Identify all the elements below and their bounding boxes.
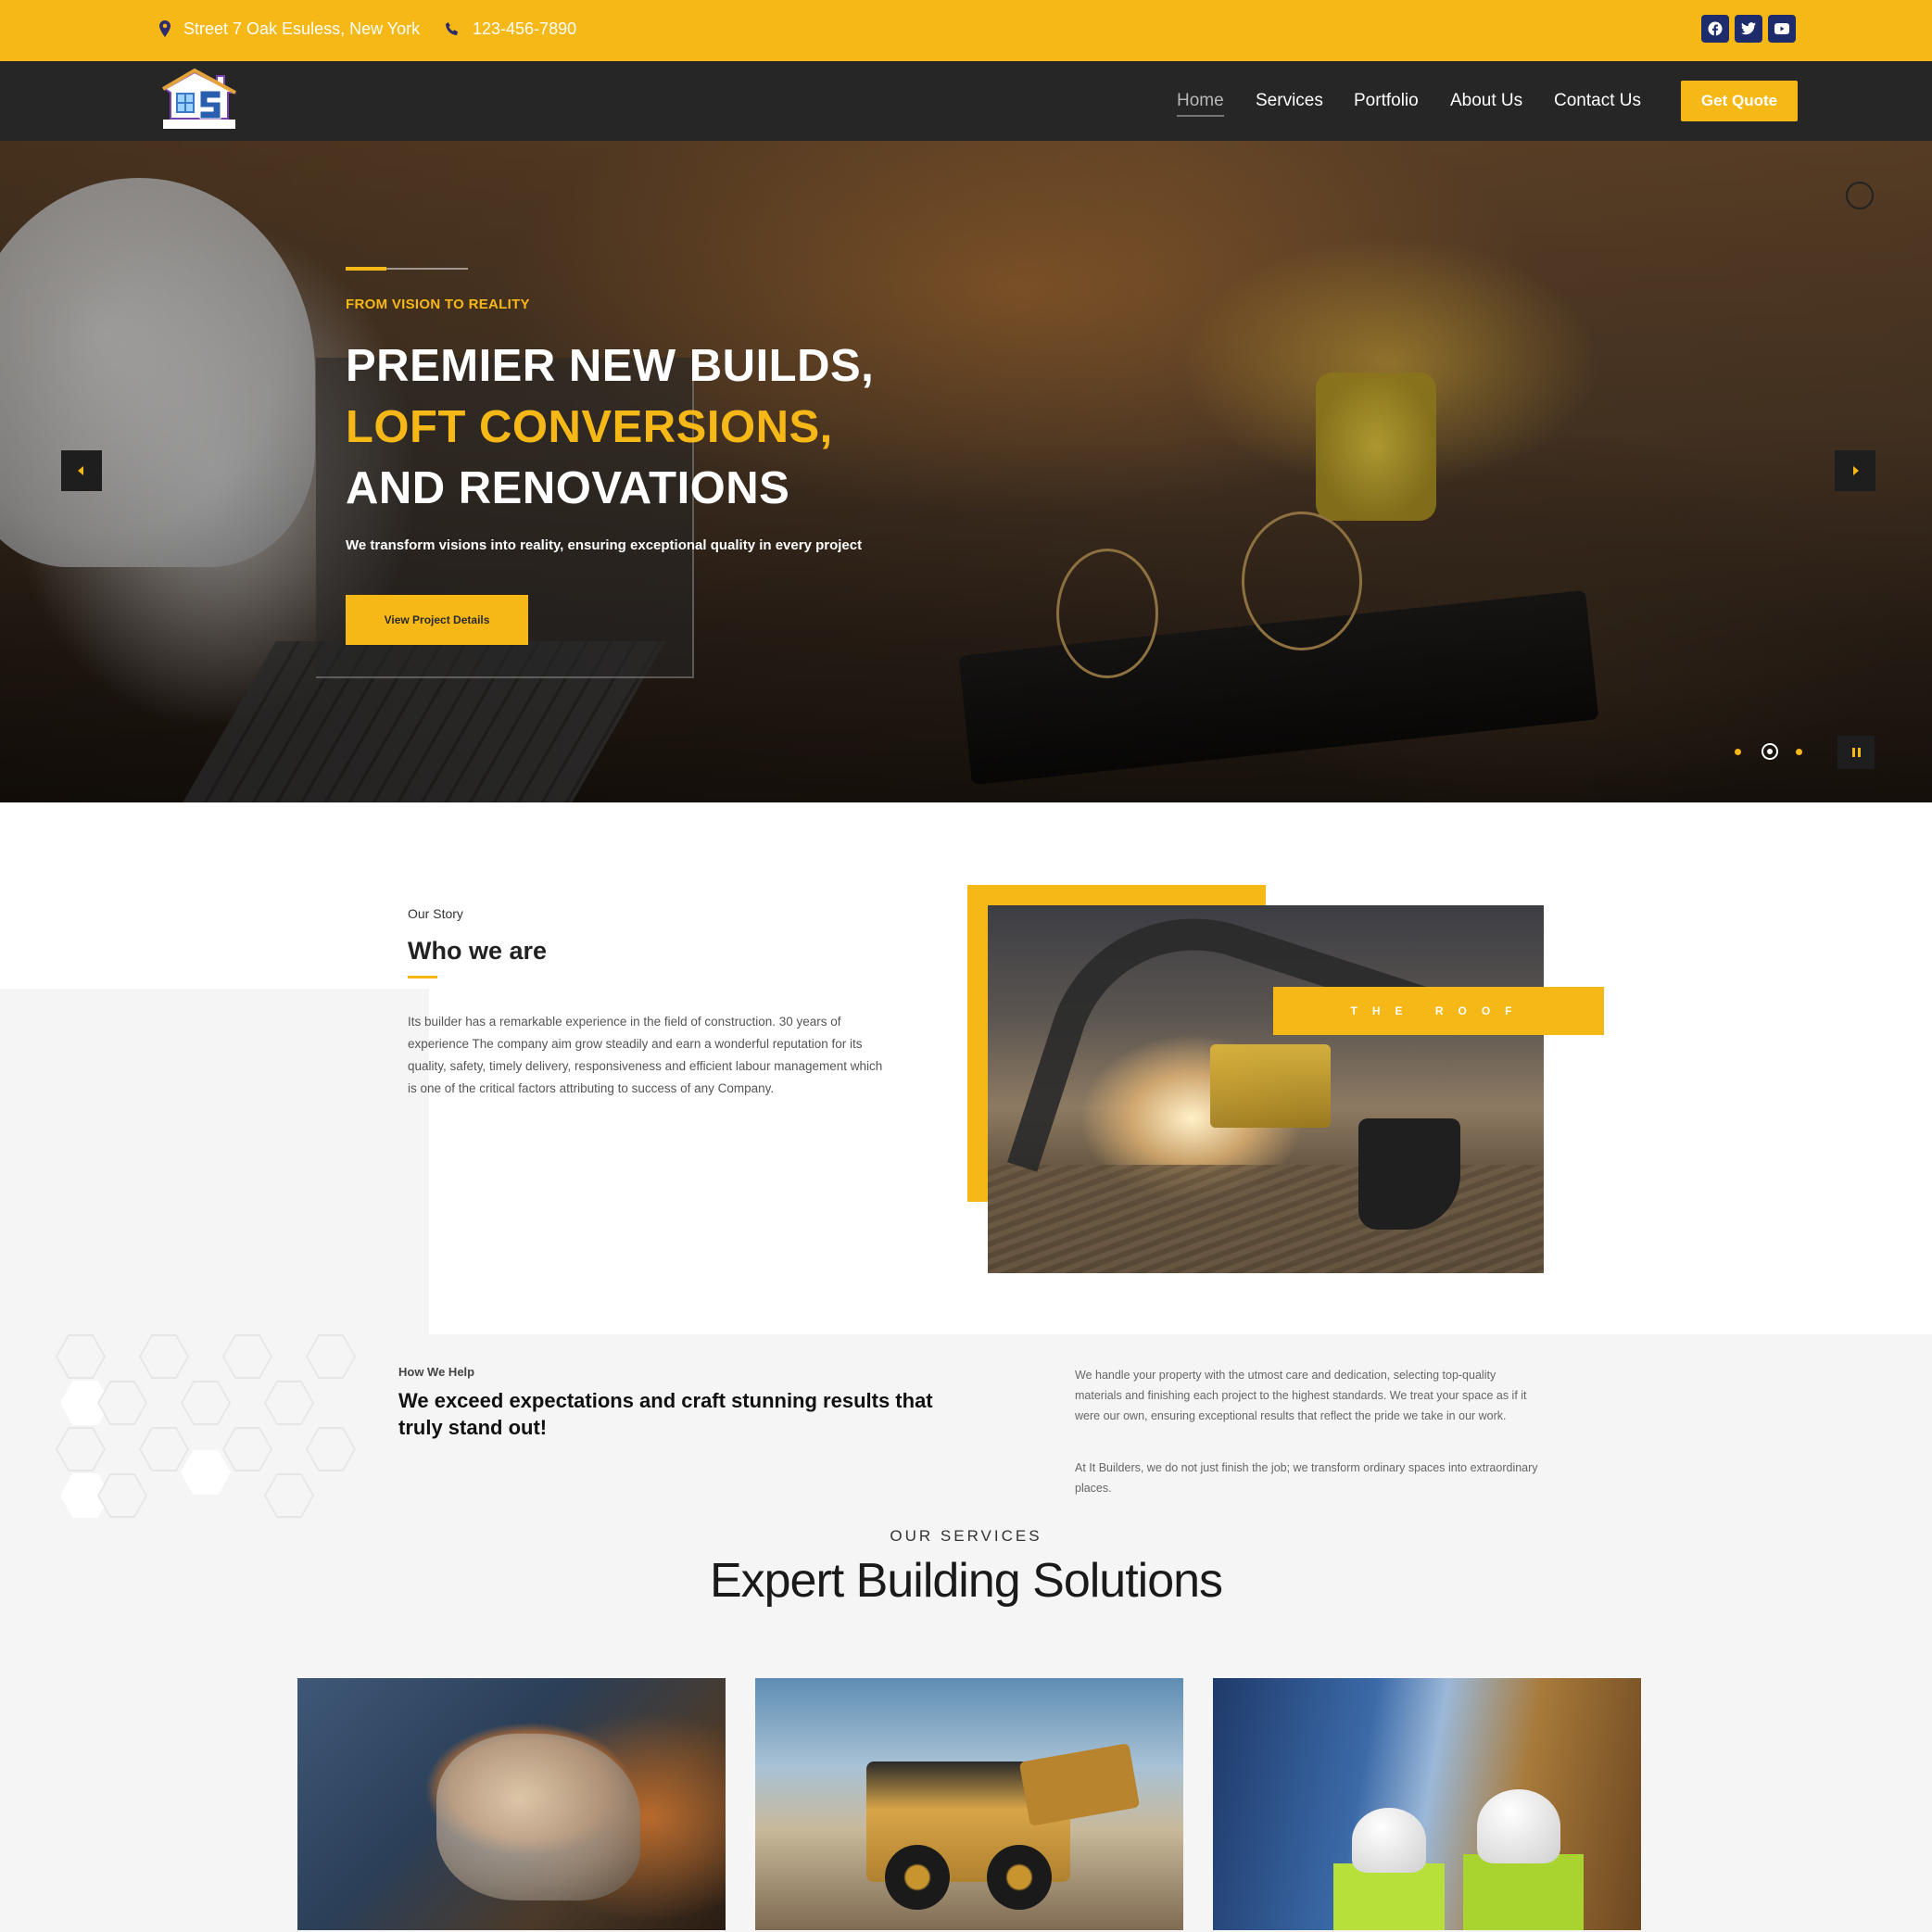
youtube-link[interactable] (1768, 15, 1796, 43)
slider-dot-2[interactable] (1762, 743, 1778, 760)
slider-next-button[interactable] (1835, 450, 1875, 491)
facebook-link[interactable] (1701, 15, 1729, 43)
slider-progress-ring (1846, 182, 1874, 209)
services-kicker: OUR SERVICES (890, 1527, 1042, 1545)
hero-accent-line (346, 267, 386, 271)
hero-title-line-1: PREMIER NEW BUILDS, (346, 341, 875, 391)
hero-divider-line (386, 268, 468, 270)
chevron-left-icon (78, 466, 83, 475)
hero-subtitle: We transform visions into reality, ensur… (346, 537, 863, 553)
services-title: Expert Building Solutions (709, 1554, 1223, 1608)
nav-contact-us[interactable]: Contact Us (1554, 87, 1641, 115)
story-title: Who we are (408, 937, 548, 965)
chevron-right-icon (1853, 466, 1859, 475)
map-pin-icon (159, 20, 170, 37)
hero-title-line-2: LOFT CONVERSIONS, (346, 402, 833, 452)
slider-dot-1[interactable] (1735, 749, 1741, 755)
pause-icon (1851, 748, 1855, 757)
story-kicker: Our Story (408, 906, 463, 921)
logo-icon (161, 68, 237, 129)
nav-home[interactable]: Home (1177, 87, 1224, 117)
story-text: Its builder has a remarkable experience … (408, 1015, 883, 1095)
main-navigation: Home Services Portfolio About Us Contact… (0, 61, 1932, 141)
hero-title: PREMIER NEW BUILDS, LOFT CONVERSIONS, AN… (346, 335, 874, 519)
gloved-hands-image (436, 1734, 640, 1900)
help-text-1: We handle your property with the utmost … (1075, 1369, 1527, 1422)
excavator-image (988, 905, 1544, 1273)
slider-dot-3[interactable] (1796, 749, 1802, 755)
story-title-underline (408, 976, 437, 979)
help-title: We exceed expectations and craft stunnin… (398, 1389, 933, 1439)
twitter-icon (1741, 22, 1756, 35)
address-text: Street 7 Oak Esuless, New York (183, 19, 421, 38)
hero-title-line-3: AND RENOVATIONS (346, 463, 790, 513)
phone-info[interactable]: 123-456-7890 (445, 0, 576, 57)
slider-prev-button[interactable] (61, 450, 102, 491)
slider-pause-button[interactable] (1837, 736, 1875, 769)
hero-kicker: FROM VISION TO REALITY (346, 297, 530, 312)
phone-icon (446, 22, 458, 35)
nav-services[interactable]: Services (1256, 87, 1323, 115)
hero-slider: FROM VISION TO REALITY PREMIER NEW BUILD… (0, 141, 1932, 802)
top-bar: Street 7 Oak Esuless, New York 123-456-7… (0, 0, 1932, 61)
workers-image (1333, 1863, 1445, 1930)
get-quote-button[interactable]: Get Quote (1681, 81, 1798, 121)
service-card-3[interactable] (1213, 1678, 1641, 1930)
service-card-1[interactable] (297, 1678, 726, 1930)
view-project-details-button[interactable]: View Project Details (346, 595, 528, 645)
help-kicker: How We Help (398, 1365, 475, 1379)
facebook-icon (1708, 21, 1723, 36)
youtube-icon (1774, 23, 1789, 34)
site-logo[interactable] (159, 68, 239, 133)
service-card-2[interactable] (755, 1678, 1183, 1930)
help-text-2: At It Builders, we do not just finish th… (1075, 1461, 1538, 1495)
twitter-link[interactable] (1735, 15, 1762, 43)
the-roof-tag: THE ROOF (1273, 987, 1604, 1035)
address-info: Street 7 Oak Esuless, New York (159, 0, 420, 57)
nav-portfolio[interactable]: Portfolio (1354, 87, 1419, 115)
nav-about-us[interactable]: About Us (1450, 87, 1522, 115)
phone-text: 123-456-7890 (473, 19, 577, 38)
